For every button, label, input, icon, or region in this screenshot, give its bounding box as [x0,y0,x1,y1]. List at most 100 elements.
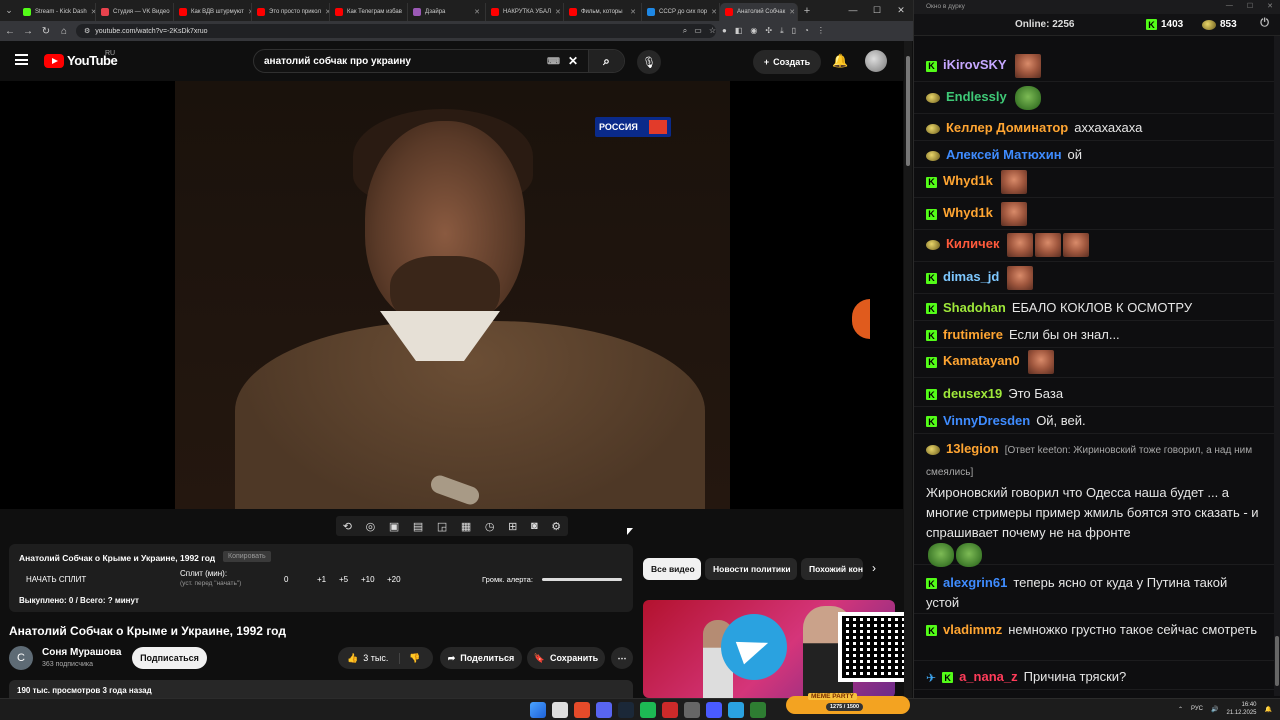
face-emote-icon[interactable] [1014,54,1041,78]
side-panel-icon[interactable]: ▯ [792,26,796,36]
profile-dot-icon[interactable]: ● [722,26,727,36]
settings-gear-icon[interactable]: ⚙ [551,520,561,533]
picture-in-picture-icon[interactable]: ◲ [437,520,447,533]
chat-scrollbar[interactable] [1274,36,1280,696]
chat-username[interactable]: Келлер Доминатор [946,120,1068,135]
volume-icon[interactable]: 🔊 [1211,706,1218,713]
clapper-icon[interactable]: ▤ [413,520,423,533]
hamburger-menu-icon[interactable] [15,54,28,65]
chat-username[interactable]: iKirovSKY [943,57,1007,72]
page-scrollbar[interactable] [904,41,912,698]
media-player-icon[interactable] [706,702,722,718]
tab-close-icon[interactable]: ✕ [630,8,636,16]
clock[interactable]: 16:40 21.12.2025 [1226,701,1256,717]
chat-username[interactable]: vladimmz [943,622,1002,637]
browser-tab[interactable]: Это просто прикол✕ [252,2,330,21]
puzzle-icon[interactable]: ✣ [765,26,772,36]
download-icon[interactable]: ⤓ [780,26,784,36]
input-language[interactable]: РУС [1191,706,1203,712]
notifications-bell-icon[interactable]: 🔔 [832,53,848,69]
share-button[interactable]: ➦ Поделиться [440,647,522,669]
face-emote-icon[interactable] [1063,233,1090,257]
browser-tab[interactable]: СССР до сих пор ✕ [642,2,720,21]
search-box[interactable]: анатолий собчак про украину ⌨ ✕ ⌕ [253,49,625,73]
speed-icon[interactable]: ◷ [485,520,495,533]
tray-arrow-icon[interactable]: ⌃ [1178,706,1183,713]
search-button[interactable]: ⌕ [588,50,624,72]
app-icon[interactable] [684,702,700,718]
clear-search-icon[interactable]: ✕ [568,54,578,68]
chat-username[interactable]: Алексей Матюхин [946,147,1062,162]
close-icon[interactable]: ✕ [889,5,913,16]
like-button[interactable]: 👍 3 тыс. [338,652,400,664]
subscribe-button[interactable]: Подписаться [132,647,207,669]
obs-icon[interactable] [662,702,678,718]
tab-close-icon[interactable]: ✕ [711,8,717,16]
url-field[interactable]: ⚙ youtube.com/watch?v=-2KsDk7xruo ⌕ ▭ ☆ [76,24,716,38]
site-info-icon[interactable]: ⚙ [84,27,90,35]
add-10-button[interactable]: +10 [361,575,375,584]
new-tab-icon[interactable]: + [798,5,816,17]
preview-icon[interactable]: ▣ [389,520,399,533]
add-clip-icon[interactable]: ⊞ [508,520,517,533]
chat-username[interactable]: Киличек [946,236,999,251]
browser-tab[interactable]: Дзайра ✕ [408,2,486,21]
add-5-button[interactable]: +5 [339,575,348,584]
chat-username[interactable]: Endlessly [946,89,1007,104]
more-actions-button[interactable]: ⋯ [611,647,633,669]
subtitles-icon[interactable]: ▦ [461,520,471,533]
face-emote-icon[interactable] [1007,233,1034,257]
browser-tab[interactable]: Как ВДВ штурмуют✕ [174,2,252,21]
tab-search-icon[interactable]: ⌄ [0,5,18,16]
frog-emote-icon[interactable] [928,543,954,567]
menu-kebab-icon[interactable]: ⋮ [817,26,825,36]
screenshot-icon[interactable]: ◙ [531,520,538,532]
frog-emote-icon[interactable] [1014,86,1041,110]
split-minutes-value[interactable]: 0 [284,575,288,584]
chip-politics-news[interactable]: Новости политики [705,558,797,580]
meme-party-widget[interactable]: MEME PARTY 1275 / 1500 [786,693,910,714]
chat-scroll-thumb[interactable] [1275,636,1279,686]
browser-tab[interactable]: Stream - Kick Dash ✕ [18,2,96,21]
chat-username[interactable]: dimas_jd [943,269,999,284]
forward-icon[interactable]: → [22,26,34,37]
face-emote-icon[interactable] [1000,170,1027,194]
chip-all-videos[interactable]: Все видео [643,558,701,580]
chip-similar-content[interactable]: Похожий контент [801,558,863,580]
zoom-icon[interactable]: ⌕ [683,26,687,36]
channel-avatar[interactable]: С [9,646,33,670]
video-player[interactable]: РОССИЯ [0,81,903,509]
loop-icon[interactable]: ⟲ [343,520,352,533]
extension-icon[interactable]: ◉ [750,26,757,36]
create-button[interactable]: + Создать [753,50,821,74]
chat-username[interactable]: VinnyDresden [943,413,1030,428]
description-box[interactable]: 190 тыс. просмотров 3 года назад [9,680,633,698]
chat-username[interactable]: Whyd1k [943,173,993,188]
face-emote-icon[interactable] [1000,202,1027,226]
maximize-icon[interactable]: ☐ [865,5,889,16]
discord-icon[interactable] [596,702,612,718]
extension-icon[interactable]: ◧ [735,26,743,36]
voice-search-icon[interactable]: 🎙 [637,50,661,74]
app-icon[interactable] [750,702,766,718]
save-button[interactable]: 🔖 Сохранить [527,647,605,669]
page-scroll-thumb[interactable] [906,56,910,166]
chat-username[interactable]: Kamatayan0 [943,353,1020,368]
user-avatar[interactable] [865,50,887,72]
browser-tab[interactable]: НАКРУТКА УБАЛ ✕ [486,2,564,21]
back-icon[interactable]: ← [4,26,16,37]
channel-name[interactable]: Соня Мурашова [42,647,121,658]
tab-close-icon[interactable]: ✕ [474,8,480,16]
close-icon[interactable]: ✕ [1267,2,1273,10]
chat-username[interactable]: 13legion [946,441,999,456]
browser-tab[interactable]: Анатолий Собчак ✕ [720,2,798,21]
minimize-icon[interactable]: — [1226,2,1233,10]
home-icon[interactable]: ⌂ [58,26,70,37]
keyboard-icon[interactable]: ⌨ [547,56,560,67]
tab-close-icon[interactable]: ✕ [555,8,561,16]
chat-username[interactable]: deusex19 [943,386,1002,401]
chat-settings-icon[interactable]: ⏻ [1260,17,1269,30]
tab-close-icon[interactable]: ✕ [789,8,795,16]
steam-icon[interactable] [618,702,634,718]
dislike-button[interactable]: 👎 [400,653,420,664]
